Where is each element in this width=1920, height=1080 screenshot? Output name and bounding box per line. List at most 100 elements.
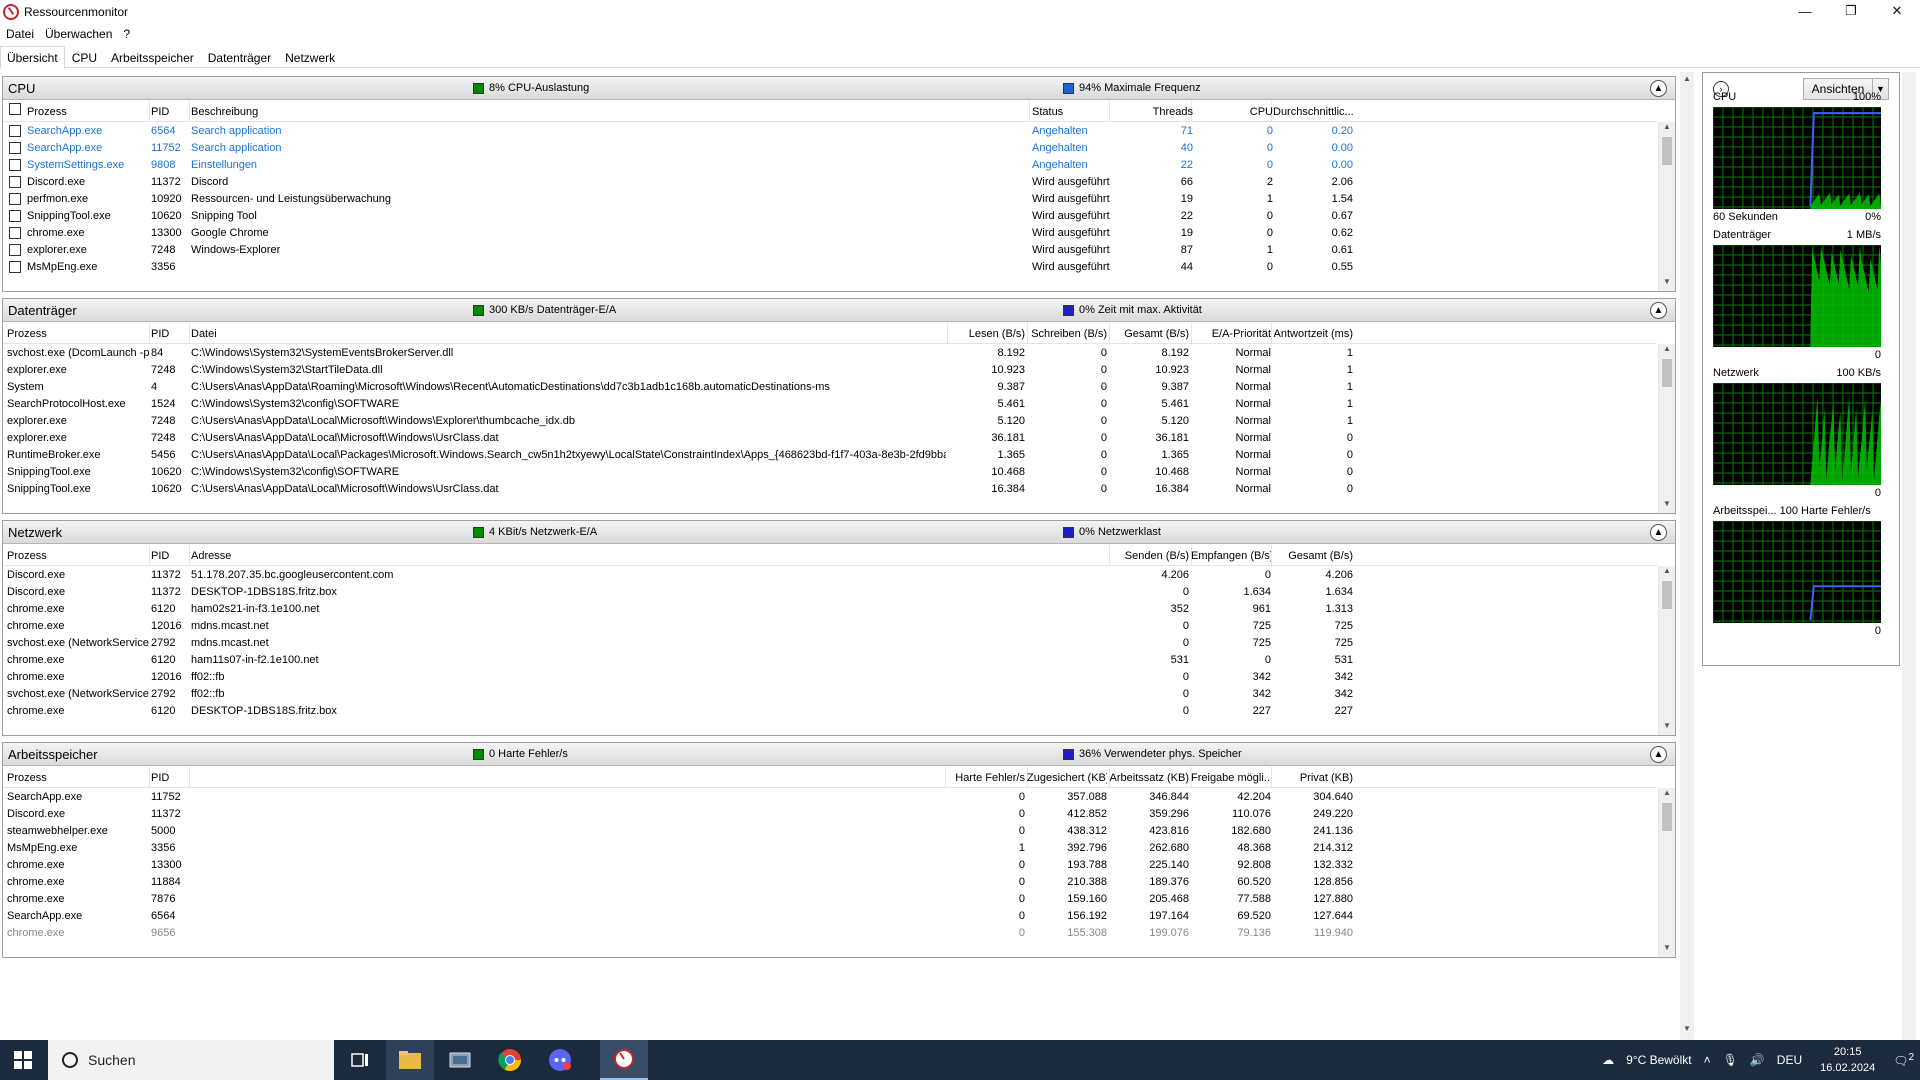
disk-col-0[interactable]: Prozess <box>7 328 149 340</box>
scroll-thumb[interactable] <box>1662 359 1672 387</box>
mem-col-4[interactable]: Arbeitssatz (KB) <box>1109 772 1189 784</box>
table-row[interactable]: svchost.exe (NetworkService -p)2792 ff02:… <box>3 686 1657 703</box>
table-row[interactable]: SearchApp.exe 11752 Search application Ange… <box>3 140 1657 157</box>
net-col-3[interactable]: Senden (B/s) <box>1109 550 1189 562</box>
column-separator[interactable] <box>149 767 150 788</box>
table-row[interactable]: SearchProtocolHost.exe 1524 C:\Windows\Sys… <box>3 396 1657 413</box>
mem-col-6[interactable]: Privat (KB) <box>1273 772 1353 784</box>
column-separator[interactable] <box>947 323 948 344</box>
table-row[interactable]: System 4 C:\Users\Anas\AppData\Roaming\Mic… <box>3 379 1657 396</box>
minimize-button[interactable]: — <box>1782 0 1828 22</box>
net-scrollbar[interactable]: ▲ ▼ <box>1658 566 1675 735</box>
collapse-chevron-icon[interactable]: ▲ <box>1650 302 1667 319</box>
mem-scrollbar[interactable]: ▲ ▼ <box>1658 788 1675 957</box>
table-row[interactable]: chrome.exe 6120 DESKTOP-1DBS18S.fritz.box 0… <box>3 703 1657 720</box>
table-row[interactable]: MsMpEng.exe 3356 1 392.796 262.680 48.368 214.… <box>3 840 1657 857</box>
speaker-icon[interactable]: 🔊 <box>1750 1053 1765 1067</box>
table-row[interactable]: SearchApp.exe 11752 0 357.088 346.844 42.204 3… <box>3 789 1657 806</box>
row-checkbox[interactable] <box>9 142 21 154</box>
column-separator[interactable] <box>149 323 150 344</box>
row-checkbox[interactable] <box>9 261 21 273</box>
cpu-col-3[interactable]: Status <box>1032 106 1112 118</box>
table-row[interactable]: SnippingTool.exe 10620 Snipping Tool Wird a… <box>3 208 1657 225</box>
resource-monitor-taskbar-icon[interactable] <box>600 1040 648 1080</box>
file-explorer-icon[interactable] <box>386 1040 434 1080</box>
net-col-2[interactable]: Adresse <box>191 550 951 562</box>
mem-col-1[interactable]: PID <box>151 772 191 784</box>
table-row[interactable]: chrome.exe 12016 ff02::fb 0 342 342 <box>3 669 1657 686</box>
collapse-chevron-icon[interactable]: ▲ <box>1650 524 1667 541</box>
table-row[interactable]: chrome.exe 6120 ham02s21-in-f3.1e100.net 35… <box>3 601 1657 618</box>
table-row[interactable]: chrome.exe 13300 0 193.788 225.140 92.808 132.… <box>3 857 1657 874</box>
scroll-down-arrow-icon[interactable]: ▼ <box>1659 277 1675 291</box>
disk-header[interactable]: Datenträger 300 KB/s Datenträger-E/A 0% … <box>3 299 1675 322</box>
discord-icon[interactable] <box>536 1040 584 1080</box>
net-col-0[interactable]: Prozess <box>7 550 149 562</box>
menu-help[interactable]: ? <box>117 27 135 41</box>
table-row[interactable]: RuntimeBroker.exe 5456 C:\Users\Anas\AppDa… <box>3 447 1657 464</box>
chrome-icon[interactable] <box>486 1040 534 1080</box>
close-button[interactable]: ✕ <box>1874 0 1920 22</box>
row-checkbox[interactable] <box>9 125 21 137</box>
table-row[interactable]: chrome.exe 6120 ham11s07-in-f2.1e100.net 53… <box>3 652 1657 669</box>
row-checkbox[interactable] <box>9 176 21 188</box>
disk-col-5[interactable]: Gesamt (B/s) <box>1109 328 1189 340</box>
collapse-chevron-icon[interactable]: ▲ <box>1650 80 1667 97</box>
disk-col-6[interactable]: E/A-Priorität <box>1191 328 1271 340</box>
language-indicator[interactable]: DEU <box>1777 1053 1802 1067</box>
scroll-up-arrow-icon[interactable]: ▲ <box>1659 122 1675 136</box>
scroll-up-arrow-icon[interactable]: ▲ <box>1680 74 1694 88</box>
clock[interactable]: 20:15 16.02.2024 <box>1820 1044 1875 1076</box>
table-row[interactable]: Discord.exe 11372 0 412.852 359.296 110.076 24… <box>3 806 1657 823</box>
table-row[interactable]: chrome.exe 12016 mdns.mcast.net 0 725 725 <box>3 618 1657 635</box>
maximize-button[interactable]: ❐ <box>1828 0 1874 22</box>
tab-cpu[interactable]: CPU <box>65 46 104 68</box>
scroll-down-arrow-icon[interactable]: ▼ <box>1659 721 1675 735</box>
cpu-col-1[interactable]: PID <box>151 106 191 118</box>
tab-uebersicht[interactable]: Übersicht <box>0 46 65 69</box>
table-row[interactable]: explorer.exe 7248 C:\Users\Anas\AppData\Lo… <box>3 413 1657 430</box>
table-row[interactable]: explorer.exe 7248 C:\Users\Anas\AppData\Lo… <box>3 430 1657 447</box>
row-checkbox[interactable] <box>9 244 21 256</box>
mem-col-0[interactable]: Prozess <box>7 772 149 784</box>
table-row[interactable]: SnippingTool.exe 10620 C:\Users\Anas\AppDa… <box>3 481 1657 498</box>
menu-datei[interactable]: Datei <box>0 27 39 41</box>
table-row[interactable]: chrome.exe 9656 0 155.308 199.076 79.136 119.9… <box>3 925 1657 942</box>
net-col-4[interactable]: Empfangen (B/s) <box>1191 550 1271 562</box>
scroll-thumb[interactable] <box>1662 803 1672 831</box>
table-row[interactable]: Discord.exe 11372 51.178.207.35.bc.googleu… <box>3 567 1657 584</box>
net-col-5[interactable]: Gesamt (B/s) <box>1273 550 1353 562</box>
table-row[interactable]: Discord.exe 11372 Discord Wird ausgeführt 66… <box>3 174 1657 191</box>
table-row[interactable]: steamwebhelper.exe 5000 0 438.312 423.816 182… <box>3 823 1657 840</box>
row-checkbox[interactable] <box>9 193 21 205</box>
scroll-down-arrow-icon[interactable]: ▼ <box>1659 499 1675 513</box>
table-row[interactable]: explorer.exe 7248 C:\Windows\System32\Star… <box>3 362 1657 379</box>
cpu-col-4[interactable]: Threads <box>1111 106 1193 118</box>
scroll-down-arrow-icon[interactable]: ▼ <box>1659 943 1675 957</box>
column-separator[interactable] <box>149 545 150 566</box>
table-row[interactable]: svchost.exe (DcomLaunch -p) 84 C:\Windows\… <box>3 345 1657 362</box>
table-row[interactable]: chrome.exe 11884 0 210.388 189.376 60.520 128.… <box>3 874 1657 891</box>
column-separator[interactable] <box>1271 545 1272 566</box>
table-row[interactable]: SnippingTool.exe 10620 C:\Windows\System32… <box>3 464 1657 481</box>
table-row[interactable]: SearchApp.exe 6564 Search application Angeh… <box>3 123 1657 140</box>
main-scrollbar[interactable]: ▲ ▼ <box>1680 72 1694 1040</box>
disk-col-2[interactable]: Datei <box>191 328 946 340</box>
cloud-icon[interactable]: ☁ <box>1602 1053 1614 1067</box>
cpu-col-6[interactable]: Durchschnittlic... <box>1273 106 1353 118</box>
column-separator[interactable] <box>1271 323 1272 344</box>
scroll-down-arrow-icon[interactable]: ▼ <box>1680 1024 1694 1038</box>
tab-datentraeger[interactable]: Datenträger <box>201 46 278 68</box>
graphs-scrollbar[interactable] <box>1902 72 1916 1040</box>
column-separator[interactable] <box>1029 101 1030 122</box>
table-row[interactable]: SearchApp.exe 6564 0 156.192 197.164 69.520 12… <box>3 908 1657 925</box>
scroll-thumb[interactable] <box>1662 581 1672 609</box>
menu-ueberwachen[interactable]: Überwachen <box>39 27 117 41</box>
scroll-up-arrow-icon[interactable]: ▲ <box>1659 344 1675 358</box>
cpu-col-2[interactable]: Beschreibung <box>191 106 1026 118</box>
row-checkbox[interactable] <box>9 210 21 222</box>
scroll-up-arrow-icon[interactable]: ▲ <box>1659 788 1675 802</box>
cpu-scrollbar[interactable]: ▲ ▼ <box>1658 122 1675 291</box>
microphone-icon[interactable]: 🎙 <box>1723 1053 1738 1067</box>
disk-scrollbar[interactable]: ▲ ▼ <box>1658 344 1675 513</box>
